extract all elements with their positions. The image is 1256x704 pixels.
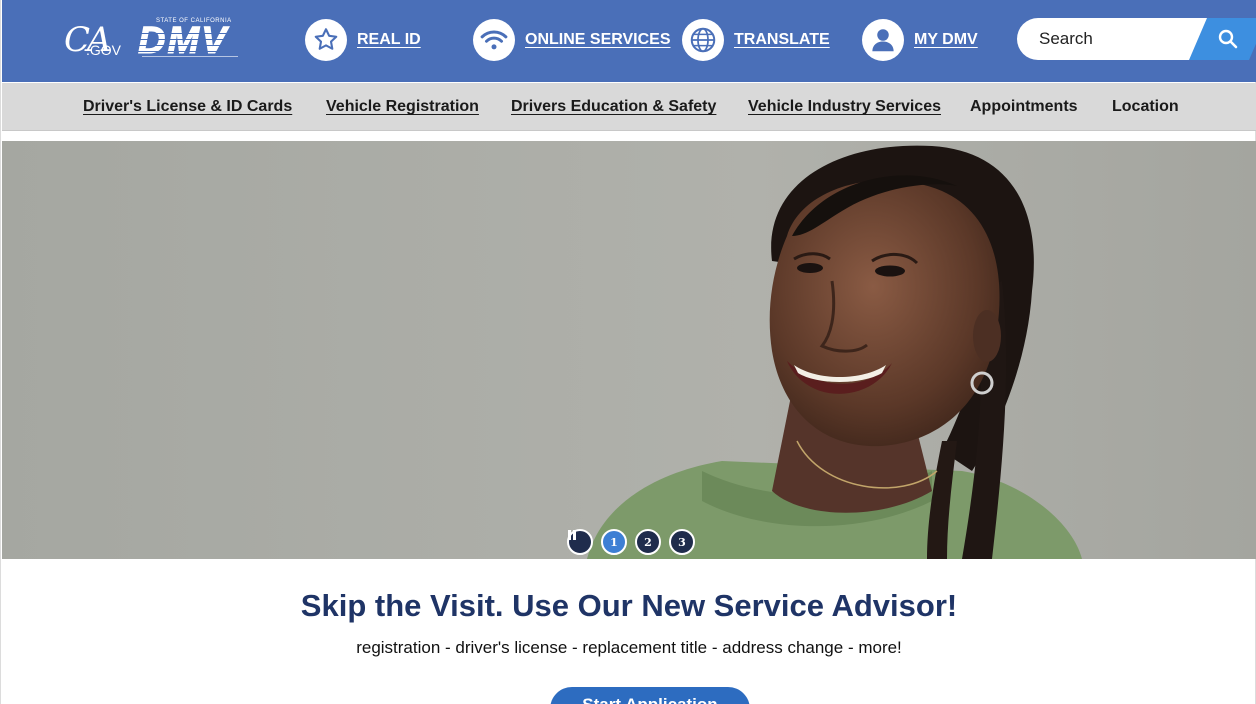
dmv-logo-word: DMV: [137, 20, 229, 62]
hero-photo: [2, 141, 1256, 559]
ca-logo-gov: .GOV: [86, 42, 122, 58]
nav-item-vehicle-registration[interactable]: Vehicle Registration: [326, 98, 479, 116]
nav-item-appointments[interactable]: Appointments: [970, 98, 1078, 116]
start-application-button[interactable]: Start Application: [550, 687, 750, 704]
search-input[interactable]: [1017, 18, 1207, 60]
dmv-logo[interactable]: STATE OF CALIFORNIA DMV: [137, 18, 248, 64]
search-icon: [1216, 27, 1240, 51]
carousel-pause-button[interactable]: [567, 529, 593, 555]
promo-subtitle: registration - driver's license - replac…: [356, 638, 902, 657]
user-icon: [862, 19, 904, 61]
globe-icon: [682, 19, 724, 61]
real-id-link[interactable]: REAL ID: [305, 18, 421, 62]
translate-link[interactable]: TRANSLATE: [682, 18, 830, 62]
carousel-slide-3[interactable]: 3: [669, 529, 695, 555]
carousel-controls: 1 2 3: [567, 529, 695, 555]
search-box: [1017, 18, 1252, 60]
nav-item-drivers-education[interactable]: Drivers Education & Safety: [511, 98, 716, 116]
main-navigation: Driver's License & ID Cards Vehicle Regi…: [2, 83, 1256, 131]
nav-item-location[interactable]: Location: [1112, 98, 1179, 116]
star-icon: [305, 19, 347, 61]
nav-item-vehicle-industry[interactable]: Vehicle Industry Services: [748, 98, 941, 116]
my-dmv-label: MY DMV: [914, 31, 978, 48]
hero-carousel: 1 2 3: [2, 141, 1256, 559]
online-services-label: ONLINE SERVICES: [525, 31, 671, 48]
dmv-logo-underline: [142, 56, 238, 60]
nav-item-drivers-license[interactable]: Driver's License & ID Cards: [83, 98, 292, 116]
ca-gov-logo[interactable]: CA .GOV: [64, 22, 124, 64]
my-dmv-link[interactable]: MY DMV: [862, 18, 978, 62]
real-id-label: REAL ID: [357, 31, 421, 48]
dmv-homepage: CA .GOV STATE OF CALIFORNIA DMV REAL ID: [0, 0, 1256, 704]
online-services-link[interactable]: ONLINE SERVICES: [473, 18, 671, 62]
carousel-slide-1[interactable]: 1: [601, 529, 627, 555]
promo-title: Skip the Visit. Use Our New Service Advi…: [300, 588, 958, 623]
pause-icon: [568, 530, 576, 540]
translate-label: TRANSLATE: [734, 31, 830, 48]
header-bar: CA .GOV STATE OF CALIFORNIA DMV REAL ID: [2, 0, 1256, 82]
wifi-icon: [473, 19, 515, 61]
carousel-slide-2[interactable]: 2: [635, 529, 661, 555]
